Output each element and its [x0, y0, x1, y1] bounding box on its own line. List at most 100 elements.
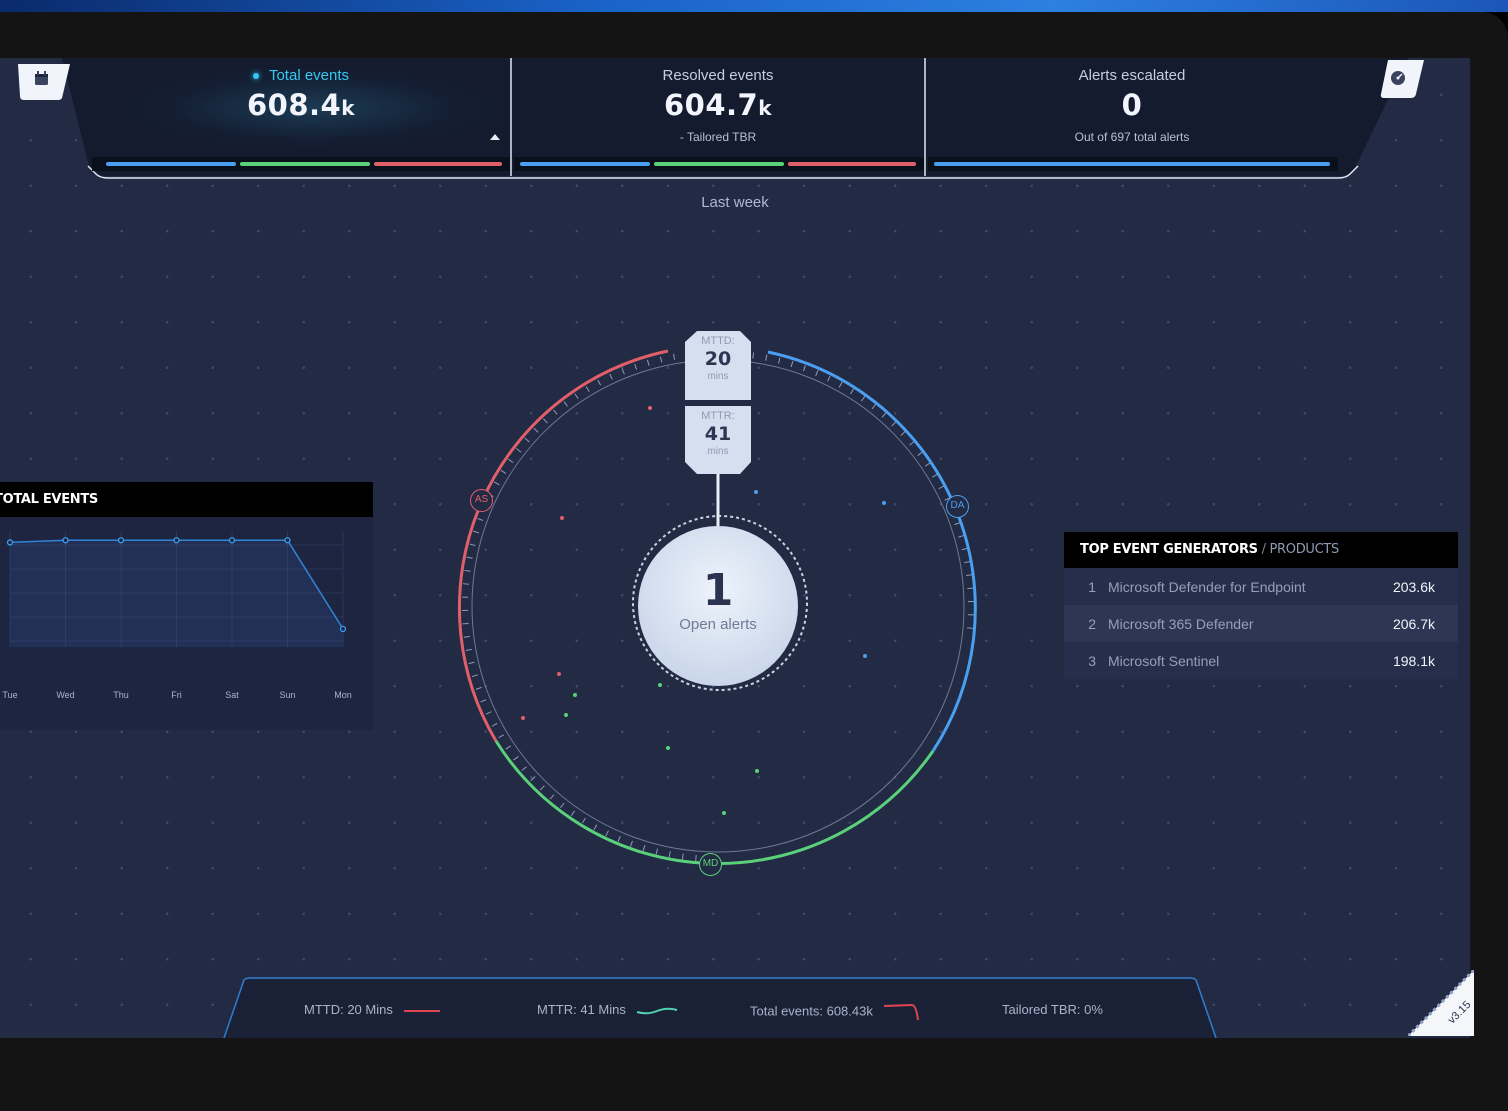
ring-tick [621, 368, 625, 375]
caret-up-icon[interactable] [490, 134, 500, 140]
ring-tick [597, 379, 602, 386]
ring-tick [475, 686, 482, 690]
mttr-label: MTTR: [701, 410, 735, 422]
mttr-unit: mins [707, 446, 729, 457]
mttd-sparkline-icon [404, 1009, 441, 1012]
kpi-resolved-events[interactable]: Resolved events 604.7k - Tailored TBR [512, 58, 924, 174]
ring-tick [917, 451, 923, 456]
ring-tick [570, 810, 576, 816]
calendar-button[interactable] [18, 64, 70, 100]
top-glow-bar [0, 0, 1508, 12]
ring-tick [958, 534, 965, 538]
ring-tick [477, 517, 484, 521]
x-tick-label: Sat [225, 690, 239, 700]
gauge-button[interactable] [1378, 60, 1424, 98]
mttr-value: 41 [704, 423, 732, 445]
data-point [228, 537, 236, 544]
series-area [10, 540, 343, 647]
ring-tick [681, 853, 684, 860]
mttd-badge[interactable]: MTTD: 20 mins [685, 335, 751, 382]
status-mttr: MTTR: 41 Mins [537, 1002, 679, 1017]
ring-tick [549, 794, 555, 800]
arc-blue [767, 350, 977, 752]
marker-md[interactable]: MD [699, 853, 722, 876]
ring-tick [553, 409, 558, 415]
ring-tick [465, 648, 472, 651]
ring-tick [629, 840, 633, 847]
open-alerts[interactable]: 1 Open alerts [638, 565, 798, 634]
total-events-chart[interactable]: Tue Wed Thu Fri Sat Sun Mon [0, 517, 373, 730]
ring-tick [860, 396, 866, 402]
ring-tick [468, 661, 475, 665]
ring-tick [463, 635, 470, 638]
ring-tick [530, 776, 536, 781]
x-tick-label: Tue [2, 690, 17, 700]
ring-tick [605, 830, 609, 837]
mttr-badge[interactable]: MTTR: 41 mins [685, 410, 751, 457]
open-alerts-label: Open alerts [679, 616, 757, 633]
ring-tick [466, 556, 473, 559]
kpi-resolved-value: 604.7k [663, 88, 773, 122]
ring-tick [617, 835, 621, 842]
table-row[interactable]: 3 Microsoft Sentinel 198.1k [1064, 642, 1458, 679]
status-tbr: Tailored TBR: 0% [1002, 1002, 1103, 1017]
ring-tick [777, 357, 781, 364]
ring-tick [543, 418, 548, 424]
ring-tick [574, 393, 579, 400]
open-alerts-count: 1 [702, 565, 734, 616]
ring-tick [659, 356, 663, 363]
ring-tick [491, 722, 498, 727]
x-tick-label: Thu [113, 690, 129, 700]
ring-tick [473, 530, 480, 534]
ring-tick [673, 353, 676, 360]
ring-tick [464, 569, 471, 572]
ring-tick [954, 522, 961, 526]
ring-tick [881, 412, 887, 418]
period-label[interactable]: Last week [0, 194, 1470, 211]
ring-tick [938, 485, 945, 490]
ring-tick [900, 431, 906, 436]
ring-tick [498, 734, 504, 739]
ring-tick [838, 381, 843, 388]
ring-tick [462, 583, 469, 585]
ring-tick [471, 674, 478, 678]
data-point [117, 537, 125, 544]
ring-tick [593, 824, 598, 831]
marker-da[interactable]: DA [946, 495, 969, 518]
x-tick-label: Fri [171, 690, 182, 700]
ring-tick [480, 699, 487, 703]
kpi-resolved-label: Resolved events [662, 67, 774, 84]
ring-tick [513, 756, 519, 761]
ring-tick [891, 421, 897, 427]
ring-tick [827, 375, 831, 382]
ring-tick [508, 458, 514, 464]
ring-tick [967, 627, 974, 629]
ring-tick [493, 481, 500, 486]
ring-tick [695, 855, 697, 862]
table-row[interactable]: 2 Microsoft 365 Defender 206.7k [1064, 605, 1458, 642]
data-point [284, 537, 291, 544]
status-mttd: MTTD: 20 Mins [304, 1002, 442, 1017]
ring-tick [581, 817, 586, 824]
table-row[interactable]: 1 Microsoft Defender for Endpoint 203.6k [1064, 568, 1458, 605]
total-events-panel[interactable]: TOTAL EVENTS Tue Wed Thu Fri Sat Sun Mon [0, 482, 373, 730]
ring-tick [634, 363, 638, 370]
marker-as[interactable]: AS [470, 489, 493, 512]
ring-tick [655, 848, 659, 855]
mttr-sparkline-icon [637, 1007, 678, 1014]
top-generators-panel: TOP EVENT GENERATORS / PRODUCTS 1 Micros… [1064, 532, 1458, 679]
kpi-total-events[interactable]: Total events 608.4k [92, 58, 510, 174]
ring-tick [505, 745, 512, 750]
total-events-title: TOTAL EVENTS [0, 482, 373, 517]
ring-tick [966, 574, 973, 577]
ring-tick [469, 543, 476, 547]
data-point [339, 625, 347, 633]
kpi-alerts-escalated[interactable]: Alerts escalated 0 Out of 697 total aler… [926, 58, 1338, 174]
ring-tick [524, 437, 530, 443]
version-badge: v3.15 [1408, 970, 1474, 1036]
kpi-alerts-sub: Out of 697 total alerts [1074, 130, 1190, 144]
mttd-label: MTTD: [701, 335, 735, 347]
kpi-total-value: 608.4k [246, 88, 356, 122]
gauge-icon [1391, 71, 1405, 85]
ring-tick [909, 441, 915, 446]
